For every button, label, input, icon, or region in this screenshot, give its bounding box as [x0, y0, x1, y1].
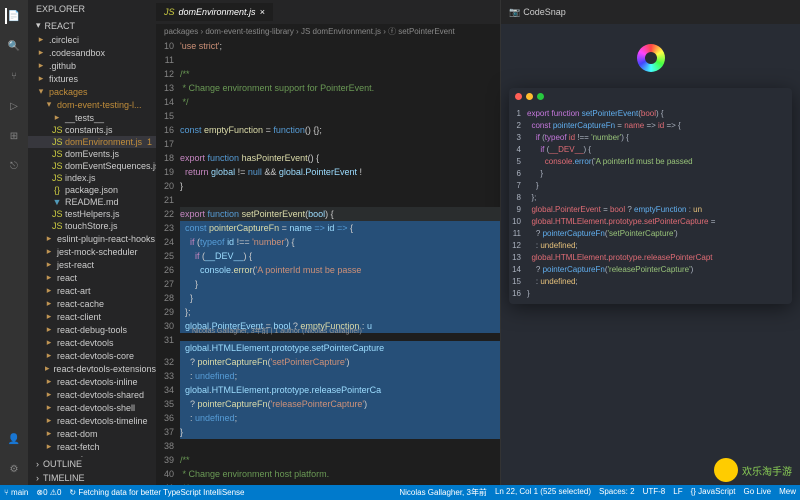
debug-icon[interactable]: ▷ — [6, 98, 22, 114]
tree-item[interactable]: JStouchStore.js — [28, 220, 156, 232]
editor-tab[interactable]: JSdomEnvironment.js× — [156, 3, 273, 21]
timeline-section[interactable]: ›TIMELINE — [28, 471, 156, 485]
activity-bar: 📄 🔍 ⑂ ▷ ⊞ ⎋ 👤 ⚙ — [0, 0, 28, 485]
tree-item[interactable]: ▸eslint-plugin-react-hooks — [28, 232, 156, 245]
branch-indicator[interactable]: ⑂ main — [4, 488, 28, 497]
line-gutter: 1011121314151617181920212223242526272829… — [156, 39, 180, 485]
close-dot-icon — [515, 93, 522, 100]
tree-item[interactable]: JStestHelpers.js — [28, 208, 156, 220]
tree-item[interactable]: JSindex.js — [28, 172, 156, 184]
language-mode[interactable]: {} JavaScript — [691, 487, 736, 498]
mew-status[interactable]: Mew — [779, 487, 796, 498]
tree-item[interactable]: JSdomEnvironment.js1 — [28, 136, 156, 148]
tree-item[interactable]: ▸react-debug-tools — [28, 323, 156, 336]
smiley-icon — [714, 458, 738, 482]
tree-item[interactable]: ▸.codesandbox — [28, 46, 156, 59]
remote-icon[interactable]: ⎋ — [6, 158, 22, 174]
snap-gutter: 12345678910111213141516 — [509, 108, 527, 300]
tree-item[interactable]: ▸react-devtools-shared — [28, 388, 156, 401]
explorer-icon[interactable]: 📄 — [5, 8, 21, 24]
tree-item[interactable]: JSdomEventSequences.js — [28, 160, 156, 172]
tree-item[interactable]: ▸jest-react — [28, 258, 156, 271]
extensions-icon[interactable]: ⊞ — [6, 128, 22, 144]
tree-item[interactable]: ▸.circleci — [28, 33, 156, 46]
tree-item[interactable]: ▸react-devtools-shell — [28, 401, 156, 414]
tree-item[interactable]: ▸.github — [28, 59, 156, 72]
tree-item[interactable]: ▸react-dom — [28, 427, 156, 440]
sidebar: EXPLORER ▾REACT ▸.circleci▸.codesandbox▸… — [28, 0, 156, 485]
tree-item[interactable]: ▾dom-event-testing-l... — [28, 98, 156, 111]
tree-item[interactable]: ▸react-fetch — [28, 440, 156, 453]
tree-item[interactable]: ▸react-devtools-core — [28, 349, 156, 362]
file-tree[interactable]: ▸.circleci▸.codesandbox▸.github▸fixtures… — [28, 33, 156, 457]
tree-item[interactable]: ▸__tests__ — [28, 111, 156, 124]
close-icon[interactable]: × — [260, 7, 265, 17]
watermark: 欢乐淘手游 — [714, 458, 792, 482]
sidebar-title: EXPLORER — [28, 0, 156, 18]
chevron-down-icon: ▾ — [36, 20, 41, 31]
cursor-position[interactable]: Ln 22, Col 1 (525 selected) — [495, 487, 591, 498]
git-blame[interactable]: Nicolas Gallagher, 3年前 — [399, 487, 487, 498]
tree-item[interactable]: ▸react-devtools — [28, 336, 156, 349]
tree-item[interactable]: JSdomEvents.js — [28, 148, 156, 160]
tree-item[interactable]: ▸fixtures — [28, 72, 156, 85]
editor-group: JSdomEnvironment.js× packages › dom-even… — [156, 0, 500, 485]
code-lines[interactable]: 'use strict';/** * Change environment su… — [180, 39, 500, 485]
status-bar: ⑂ main ⊗0 ⚠0 ↻ Fetching data for better … — [0, 485, 800, 500]
tree-item[interactable]: ▸react-devtools-extensions — [28, 362, 156, 375]
tree-item[interactable]: ▸react-client — [28, 310, 156, 323]
side-panel: 📷CodeSnap 12345678910111213141516 export… — [500, 0, 800, 485]
outline-section[interactable]: ›OUTLINE — [28, 457, 156, 471]
tree-item[interactable]: ▸react-devtools-timeline — [28, 414, 156, 427]
min-dot-icon — [526, 93, 533, 100]
tree-item[interactable]: ▾packages — [28, 85, 156, 98]
breadcrumbs[interactable]: packages › dom-event-testing-library › J… — [156, 24, 500, 39]
code-editor[interactable]: 1011121314151617181920212223242526272829… — [156, 39, 500, 485]
sidebar-section[interactable]: ▾REACT — [28, 18, 156, 33]
tree-item[interactable]: ▸react — [28, 271, 156, 284]
search-icon[interactable]: 🔍 — [6, 38, 22, 54]
tree-item[interactable]: ▸react-art — [28, 284, 156, 297]
camera-icon: 📷 — [509, 7, 520, 18]
indent-status[interactable]: Spaces: 2 — [599, 487, 635, 498]
account-icon[interactable]: 👤 — [6, 431, 22, 447]
tree-item[interactable]: ▸react-cache — [28, 297, 156, 310]
codesnap-tab[interactable]: 📷CodeSnap — [501, 3, 574, 22]
tree-item[interactable]: ▸react-devtools-inline — [28, 375, 156, 388]
tree-item[interactable]: ▸jest-mock-scheduler — [28, 245, 156, 258]
tree-item[interactable]: {}package.json — [28, 184, 156, 196]
settings-gear-icon[interactable]: ⚙ — [6, 461, 22, 477]
aperture-logo-icon — [637, 44, 665, 72]
go-live[interactable]: Go Live — [744, 487, 772, 498]
eol-status[interactable]: LF — [673, 487, 682, 498]
panel-tabs: 📷CodeSnap — [501, 0, 800, 24]
snapshot-window: 12345678910111213141516 export function … — [509, 88, 792, 304]
encoding-status[interactable]: UTF-8 — [643, 487, 666, 498]
editor-tabs: JSdomEnvironment.js× — [156, 0, 500, 24]
sync-status[interactable]: ↻ Fetching data for better TypeScript In… — [69, 488, 244, 497]
tree-item[interactable]: JSconstants.js — [28, 124, 156, 136]
codesnap-preview: 12345678910111213141516 export function … — [501, 24, 800, 485]
scm-icon[interactable]: ⑂ — [6, 68, 22, 84]
problems-indicator[interactable]: ⊗0 ⚠0 — [36, 488, 61, 497]
window-controls — [509, 88, 792, 104]
snap-lines: export function setPointerEvent(bool) { … — [527, 108, 792, 300]
tree-item[interactable]: ▼README.md — [28, 196, 156, 208]
max-dot-icon — [537, 93, 544, 100]
